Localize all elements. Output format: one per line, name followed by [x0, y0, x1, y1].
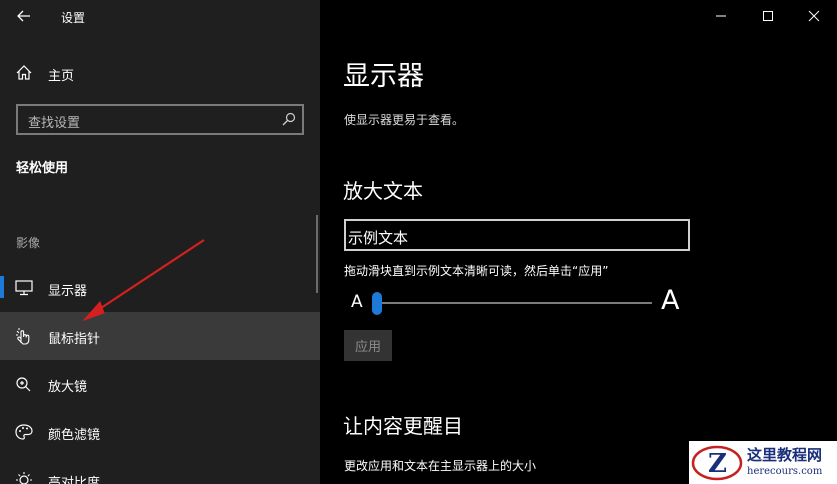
text-size-slider-thumb[interactable]	[372, 292, 382, 315]
section-title: 轻松使用	[16, 161, 69, 176]
home-icon	[16, 65, 32, 80]
search-icon	[282, 112, 296, 126]
sidebar-item-label: 主页	[48, 69, 75, 84]
maximize-icon	[763, 11, 773, 21]
close-icon	[808, 10, 820, 22]
pointer-icon	[16, 328, 30, 345]
slider-max-label: A	[661, 285, 680, 316]
sidebar: 设置 主页 查找设置 轻松使用 影像 显示器 鼠标指针 放大镜 颜色滤镜 高对比…	[0, 0, 320, 484]
slider-min-label: A	[351, 292, 363, 312]
slider-hint: 拖动滑块直到示例文本清晰可读，然后单击“应用”	[344, 264, 609, 278]
watermark-logo: Z	[691, 445, 743, 481]
sidebar-item-label: 颜色滤镜	[48, 428, 101, 443]
palette-icon	[15, 424, 33, 440]
window-title: 设置	[61, 11, 86, 25]
magnifier-icon	[16, 377, 31, 392]
search-input[interactable]: 查找设置	[16, 104, 304, 135]
sample-text-box: 示例文本	[344, 219, 690, 251]
sidebar-item-display[interactable]: 显示器	[0, 264, 320, 312]
watermark-url: herecours.com	[747, 466, 823, 477]
group-label: 影像	[16, 236, 41, 250]
watermark-title: 这里教程网	[747, 446, 823, 464]
watermark: Z 这里教程网 herecours.com	[689, 441, 837, 484]
make-everything-bigger-heading: 让内容更醒目	[343, 414, 463, 438]
text-size-slider-track[interactable]	[378, 302, 652, 304]
back-button[interactable]	[8, 2, 40, 30]
page-subtitle: 使显示器更易于查看。	[344, 113, 465, 127]
sidebar-item-label: 显示器	[48, 284, 88, 299]
sidebar-scrollbar[interactable]	[316, 215, 318, 293]
minimize-button[interactable]	[698, 0, 744, 32]
sidebar-item-home[interactable]: 主页	[0, 56, 320, 90]
enlarge-text-heading: 放大文本	[343, 179, 423, 203]
maximize-button[interactable]	[745, 0, 791, 32]
search-placeholder: 查找设置	[28, 116, 81, 131]
sidebar-item-magnifier[interactable]: 放大镜	[0, 360, 320, 408]
sidebar-item-label: 高对比度	[48, 476, 101, 484]
monitor-icon	[15, 280, 33, 296]
contrast-icon	[16, 472, 32, 484]
sidebar-item-mouse-pointer[interactable]: 鼠标指针	[0, 312, 320, 360]
svg-text:Z: Z	[708, 449, 727, 479]
size-setting-label: 更改应用和文本在主显示器上的大小	[344, 459, 537, 473]
sample-text: 示例文本	[348, 229, 409, 247]
sidebar-item-high-contrast[interactable]: 高对比度	[0, 456, 320, 484]
sidebar-item-color-filters[interactable]: 颜色滤镜	[0, 408, 320, 456]
close-button[interactable]	[791, 0, 837, 32]
sidebar-item-label: 鼠标指针	[48, 332, 101, 347]
sidebar-item-label: 放大镜	[48, 380, 88, 395]
apply-button[interactable]: 应用	[344, 330, 392, 361]
page-title: 显示器	[343, 61, 424, 92]
minimize-icon	[716, 15, 726, 17]
back-arrow-icon	[17, 10, 30, 22]
